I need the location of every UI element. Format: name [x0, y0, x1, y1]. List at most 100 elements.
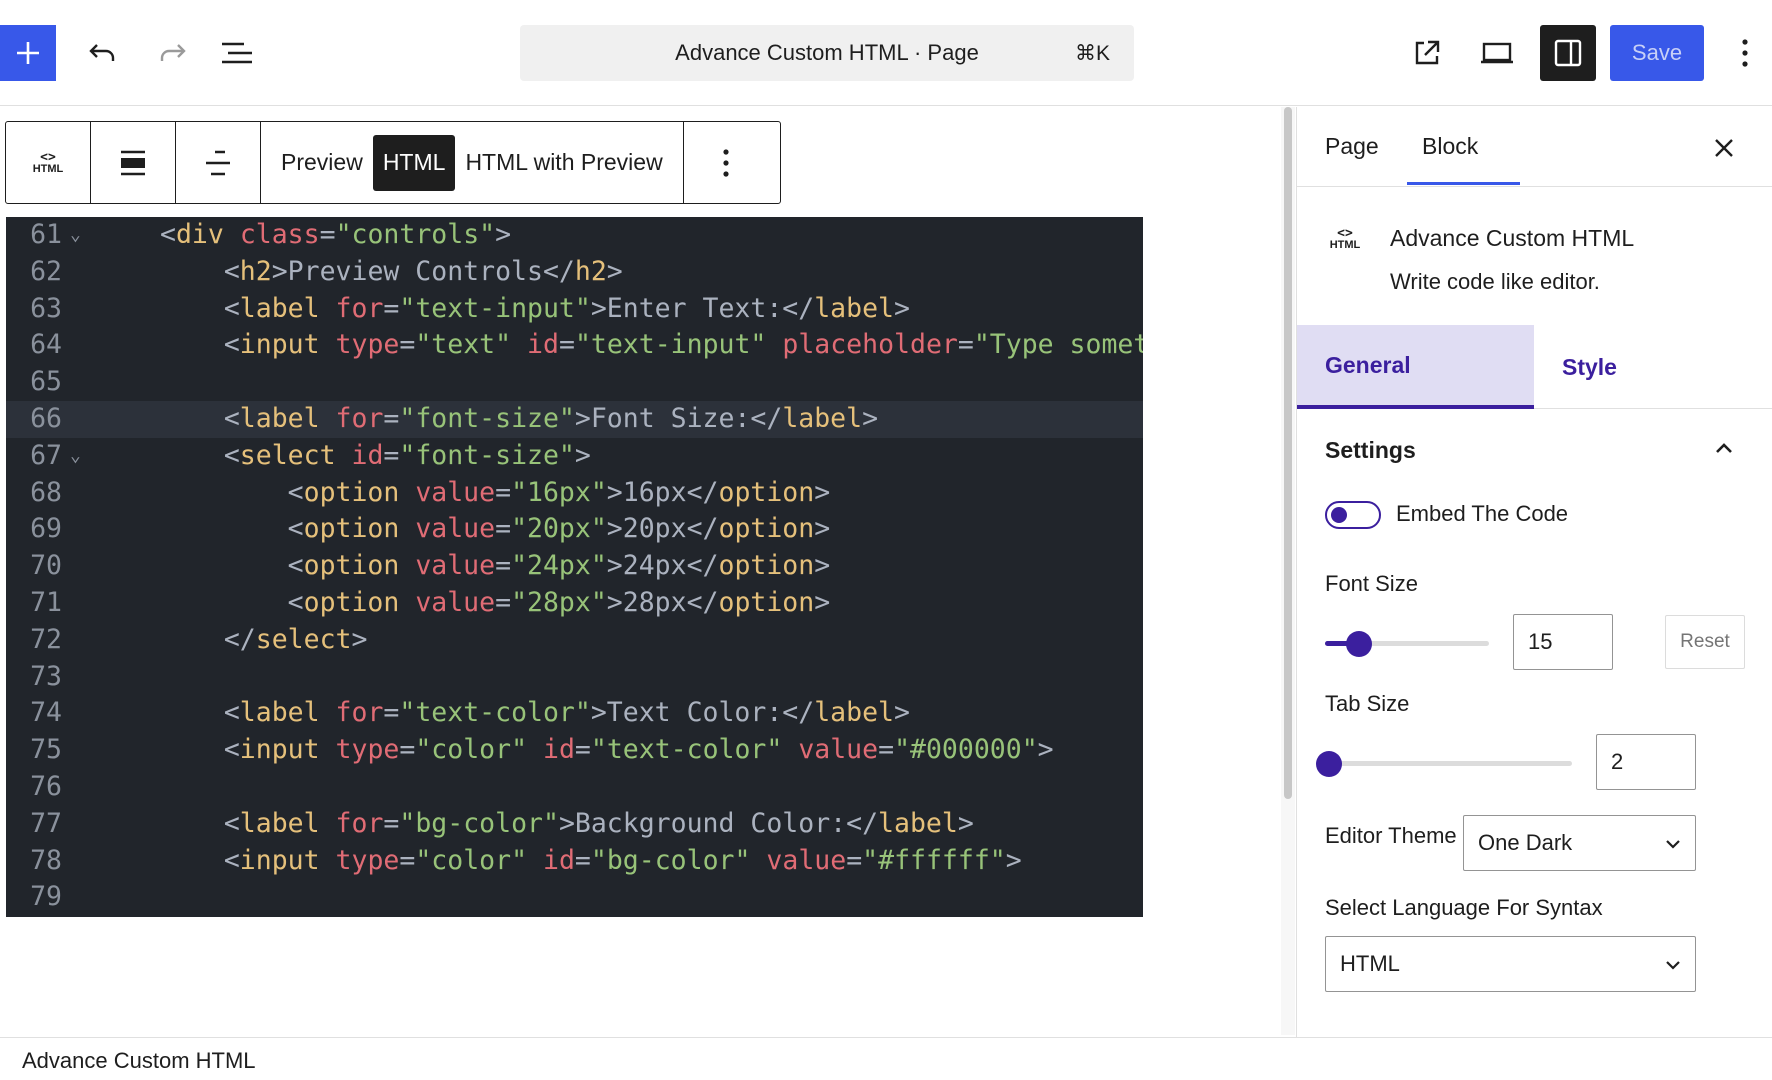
mode-html[interactable]: HTML [372, 134, 456, 191]
code-token: value [766, 844, 847, 876]
code-token: < [287, 550, 304, 582]
code-line[interactable]: 77 <label for="bg-color">Background Colo… [6, 806, 1143, 843]
code-token: option [718, 550, 815, 582]
code-token: div [175, 219, 224, 250]
code-line[interactable]: 69 <option value="20px">20px</option> [6, 511, 1143, 548]
embed-code-toggle[interactable] [1325, 501, 1381, 529]
code-token: option [303, 586, 400, 618]
code-line[interactable]: 78 <input type="color" id="bg-color" val… [6, 843, 1143, 880]
settings-sidebar-toggle[interactable] [1540, 25, 1596, 81]
code-line[interactable]: 71 <option value="28px">28px</option> [6, 585, 1143, 622]
code-token: = [383, 402, 400, 434]
tab-size-input[interactable]: 2 [1596, 734, 1696, 790]
code-token: for [335, 402, 384, 434]
line-number: 62 [30, 255, 62, 287]
document-overview-button[interactable] [214, 30, 260, 76]
code-line[interactable]: 62 <h2>Preview Controls</h2> [6, 254, 1143, 291]
code-token: >Background Color:</ [558, 807, 879, 839]
code-line[interactable]: 68 <option value="16px">16px</option> [6, 475, 1143, 512]
code-token: >24px</ [606, 550, 719, 582]
code-token: = [574, 844, 591, 876]
sidebar-tabs: Page Block [1297, 107, 1772, 187]
mode-preview[interactable]: Preview [271, 135, 373, 191]
code-text: <h2>Preview Controls</h2> [160, 254, 623, 291]
code-token: > [574, 439, 591, 471]
block-options-button[interactable] [684, 122, 768, 203]
close-sidebar-button[interactable] [1709, 133, 1739, 163]
settings-panel-title[interactable]: Settings [1325, 437, 1416, 464]
justify-button[interactable] [176, 122, 261, 203]
code-line[interactable]: 61 ⌄ <div class="controls"> [6, 217, 1143, 254]
code-token: "controls" [335, 219, 496, 250]
tab-size-label: Tab Size [1325, 691, 1410, 716]
redo-button[interactable] [150, 30, 196, 76]
code-line[interactable]: 75 <input type="color" id="text-color" v… [6, 732, 1143, 769]
preview-device-button[interactable] [1474, 30, 1520, 76]
code-line[interactable]: 66 <label for="font-size">Font Size:</la… [6, 400, 1143, 438]
code-token: label [239, 697, 320, 729]
code-token: > [894, 292, 910, 324]
view-page-button[interactable] [1404, 30, 1450, 76]
line-number: 66 [30, 402, 62, 434]
embed-code-label: Embed The Code [1396, 501, 1569, 526]
code-line[interactable]: 70 <option value="24px">24px</option> [6, 548, 1143, 585]
code-token: >16px</ [606, 476, 719, 508]
list-view-icon [222, 42, 252, 64]
code-line[interactable]: 73 [6, 659, 1143, 696]
tab-page[interactable]: Page [1325, 133, 1379, 160]
tab-size-slider-track[interactable] [1325, 761, 1572, 766]
add-block-button[interactable] [0, 25, 56, 81]
code-line[interactable]: 63 <label for="text-input">Enter Text:</… [6, 291, 1143, 328]
code-text: <option value="20px">20px</option> [160, 511, 831, 548]
code-line[interactable]: 72 </select> [6, 622, 1143, 659]
collapse-settings-button[interactable] [1709, 433, 1739, 463]
code-token: "#ffffff" [862, 844, 1006, 876]
code-token: value [415, 476, 496, 508]
code-token: label [239, 402, 320, 434]
code-line[interactable]: 79 [6, 879, 1143, 916]
code-token: label [782, 402, 863, 434]
editor-theme-select[interactable]: One Dark [1463, 815, 1696, 871]
tab-block[interactable]: Block [1422, 133, 1478, 160]
font-size-slider-thumb[interactable] [1345, 631, 1372, 657]
view-mode-group: Preview HTML HTML with Preview [261, 122, 684, 203]
tab-general[interactable]: General [1297, 325, 1534, 409]
editor-scrollbar[interactable] [1284, 107, 1292, 799]
code-line[interactable]: 76 [6, 769, 1143, 806]
align-button[interactable] [91, 122, 176, 203]
save-button[interactable]: Save [1610, 25, 1704, 81]
code-token: = [319, 219, 336, 250]
code-line[interactable]: 65 [6, 364, 1143, 401]
line-number: 71 [30, 586, 62, 618]
code-editor[interactable]: 61 ⌄ <div class="controls"> 62 <h2>Preview … [6, 217, 1143, 917]
code-token: = [495, 586, 512, 618]
options-menu-button[interactable] [1730, 30, 1760, 76]
code-token: option [303, 513, 400, 545]
code-line[interactable]: 67 ⌄ <select id="font-size"> [6, 438, 1143, 475]
fold-chevron-icon[interactable]: ⌄ [70, 438, 81, 475]
code-token: type [335, 734, 400, 766]
block-type-button[interactable]: <> HTML [6, 122, 91, 203]
fold-chevron-icon[interactable]: ⌄ [70, 217, 81, 254]
font-size-input[interactable]: 15 [1513, 614, 1613, 670]
tab-size-slider-thumb[interactable] [1316, 751, 1342, 777]
font-size-reset-button[interactable]: Reset [1665, 615, 1745, 669]
shortcut-hint: ⌘K [1074, 41, 1110, 65]
command-palette-button[interactable]: Advance Custom HTML · Page ⌘K [520, 25, 1134, 81]
code-token: = [878, 734, 895, 766]
code-token: id [543, 734, 575, 766]
syntax-language-select[interactable]: HTML [1325, 936, 1696, 992]
tab-style[interactable]: Style [1562, 325, 1617, 409]
code-line[interactable]: 64 <input type="text" id="text-input" pl… [6, 327, 1143, 364]
breadcrumb-item[interactable]: Advance Custom HTML [22, 1048, 256, 1074]
code-line[interactable]: 74 <label for="text-color">Text Color:</… [6, 695, 1143, 732]
code-text: <option value="28px">28px</option> [160, 585, 831, 622]
mode-html-with-preview[interactable]: HTML with Preview [455, 135, 672, 191]
code-token: = [574, 734, 591, 766]
undo-button[interactable] [79, 30, 125, 76]
desktop-preview-icon [1481, 42, 1513, 64]
code-token: value [798, 734, 879, 766]
code-token: "text-input" [399, 292, 591, 324]
